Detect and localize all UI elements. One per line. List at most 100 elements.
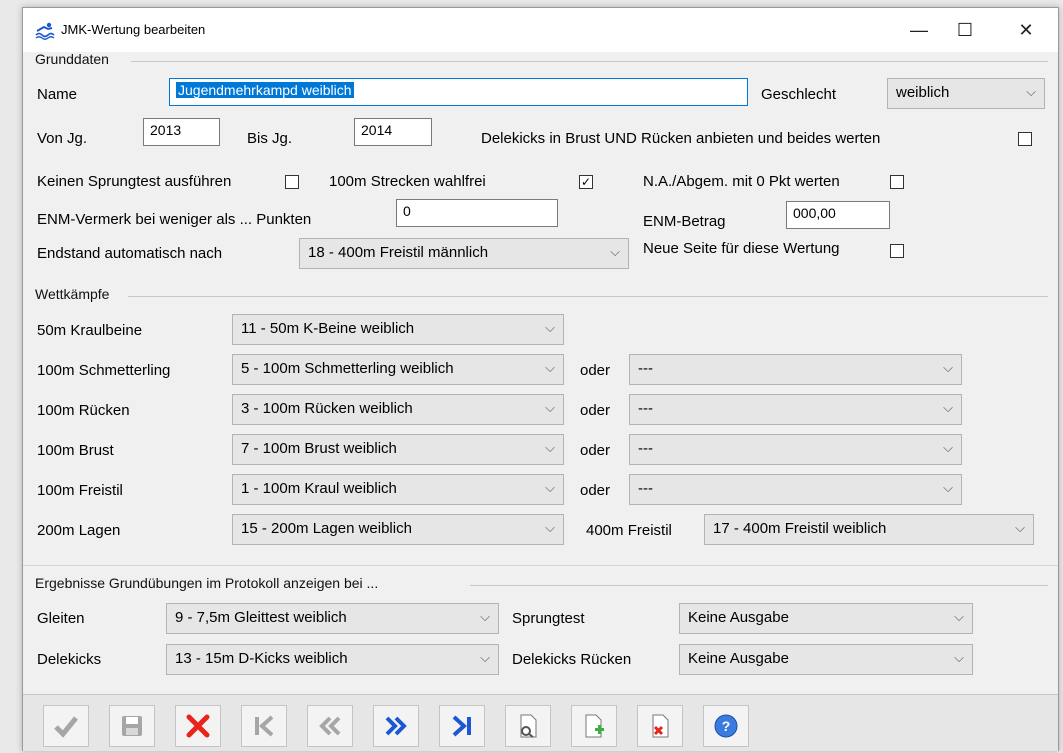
wettkaempfe-group-label: Wettkämpfe [35, 286, 110, 302]
wettkampf-alt-select[interactable]: --- ⌵ [629, 434, 962, 465]
geschlecht-label: Geschlecht [761, 86, 837, 103]
geschlecht-select[interactable]: weiblich ⌵ [887, 78, 1045, 109]
oder-label: oder [580, 402, 611, 419]
wettkampf-alt-value: --- [638, 360, 653, 377]
na-abgem-checkbox[interactable] [890, 175, 904, 189]
wettkampf-value: 1 - 100m Kraul weiblich [241, 480, 397, 497]
delekicks-beide-label: Delekicks in Brust UND Rücken anbieten u… [481, 130, 881, 147]
wettkampf-label: 50m Kraulbeine [37, 322, 143, 339]
last-record-button[interactable] [439, 705, 485, 747]
bis-jg-input[interactable]: 2014 [354, 118, 432, 146]
enm-betrag-input[interactable]: 000,00 [786, 201, 890, 229]
wettkampf-value: 15 - 200m Lagen weiblich [241, 520, 412, 537]
next-record-button[interactable] [373, 705, 419, 747]
chevron-down-icon: ⌵ [480, 609, 490, 624]
strecken-wahlfrei-label: 100m Strecken wahlfrei [329, 173, 486, 190]
von-jg-input[interactable]: 2013 [143, 118, 220, 146]
wettkampf-alt-value: --- [638, 480, 653, 497]
endstand-label: Endstand automatisch nach [37, 245, 223, 262]
minimize-icon: — [910, 19, 928, 40]
name-input-value: Jugendmehrkampd weiblich [176, 82, 354, 98]
wettkampf-select[interactable]: 15 - 200m Lagen weiblich ⌵ [232, 514, 564, 545]
wettkampf-select[interactable]: 7 - 100m Brust weiblich ⌵ [232, 434, 564, 465]
double-chevron-left-icon [319, 716, 341, 736]
name-input[interactable]: Jugendmehrkampd weiblich [169, 78, 748, 106]
delete-document-button[interactable] [637, 705, 683, 747]
close-button[interactable]: ✕ [1003, 8, 1049, 52]
maximize-button[interactable]: ☐ [942, 8, 988, 52]
group-divider [128, 296, 1048, 297]
wettkampf-label: 100m Rücken [37, 402, 130, 419]
wettkampf-alt-select[interactable]: --- ⌵ [629, 394, 962, 425]
save-button[interactable] [109, 705, 155, 747]
sprungtest-checkbox[interactable] [285, 175, 299, 189]
wettkampf-select[interactable]: 3 - 100m Rücken weiblich ⌵ [232, 394, 564, 425]
close-icon: ✕ [1018, 19, 1034, 40]
chevron-down-icon: ⌵ [610, 244, 620, 259]
wettkampf-label: 100m Brust [37, 442, 114, 459]
document-add-icon [585, 714, 604, 738]
wettkampf-value: 11 - 50m K-Beine weiblich [241, 320, 415, 337]
chevron-down-icon: ⌵ [545, 520, 555, 535]
delekicks-value: 13 - 15m D-Kicks weiblich [175, 650, 348, 667]
chevron-down-icon: ⌵ [545, 480, 555, 495]
wettkampf-select[interactable]: 11 - 50m K-Beine weiblich ⌵ [232, 314, 564, 345]
enm-vermerk-label: ENM-Vermerk bei weniger als ... Punkten [37, 211, 312, 228]
swimmer-app-icon [35, 22, 55, 40]
gleiten-select[interactable]: 9 - 7,5m Gleittest weiblich ⌵ [166, 603, 499, 634]
minimize-button[interactable]: — [896, 8, 942, 52]
geschlecht-value: weiblich [896, 84, 950, 101]
delekicks-ruecken-select[interactable]: Keine Ausgabe ⌵ [679, 644, 973, 675]
oder-label: oder [580, 442, 611, 459]
freistil-400-value: 17 - 400m Freistil weiblich [713, 520, 887, 537]
sprungtest-ausgabe-label: Sprungtest [512, 610, 585, 627]
help-button[interactable]: ? [703, 705, 749, 747]
endstand-select[interactable]: 18 - 400m Freistil männlich ⌵ [299, 238, 629, 269]
wettkampf-value: 5 - 100m Schmetterling weiblich [241, 360, 454, 377]
sprungtest-label: Keinen Sprungtest ausführen [37, 173, 232, 190]
chevron-down-icon: ⌵ [954, 650, 964, 665]
wettkampf-label: 200m Lagen [37, 522, 121, 539]
chevron-down-icon: ⌵ [1015, 520, 1025, 535]
delekicks-ruecken-value: Keine Ausgabe [688, 650, 789, 667]
checkmark-icon [54, 716, 78, 738]
wettkampf-select[interactable]: 1 - 100m Kraul weiblich ⌵ [232, 474, 564, 505]
toolbar: ? [23, 694, 1058, 751]
chevron-down-icon: ⌵ [943, 440, 953, 455]
red-x-icon [186, 714, 210, 738]
delekicks-label: Delekicks [37, 651, 102, 668]
wettkampf-value: 3 - 100m Rücken weiblich [241, 400, 413, 417]
maximize-icon: ☐ [956, 19, 974, 40]
endstand-value: 18 - 400m Freistil männlich [308, 244, 489, 261]
chevron-down-icon: ⌵ [545, 320, 555, 335]
new-document-button[interactable] [571, 705, 617, 747]
preview-button[interactable] [505, 705, 551, 747]
wettkampf-alt-select[interactable]: --- ⌵ [629, 354, 962, 385]
gleiten-label: Gleiten [37, 610, 85, 627]
previous-record-button[interactable] [307, 705, 353, 747]
bis-jg-label: Bis Jg. [247, 130, 293, 147]
freistil-400-select[interactable]: 17 - 400m Freistil weiblich ⌵ [704, 514, 1034, 545]
confirm-button[interactable] [43, 705, 89, 747]
delekicks-beide-checkbox[interactable] [1018, 132, 1032, 146]
von-jg-label: Von Jg. [37, 130, 88, 147]
wettkampf-select[interactable]: 5 - 100m Schmetterling weiblich ⌵ [232, 354, 564, 385]
strecken-wahlfrei-checkbox[interactable]: ✓ [579, 175, 593, 189]
cancel-button[interactable] [175, 705, 221, 747]
oder-label: oder [580, 482, 611, 499]
enm-vermerk-input[interactable]: 0 [396, 199, 558, 227]
freistil-400-label: 400m Freistil [586, 522, 672, 539]
chevron-down-icon: ⌵ [943, 480, 953, 495]
wettkampf-alt-select[interactable]: --- ⌵ [629, 474, 962, 505]
delekicks-select[interactable]: 13 - 15m D-Kicks weiblich ⌵ [166, 644, 499, 675]
chevron-down-icon: ⌵ [943, 360, 953, 375]
section-divider [23, 565, 1058, 566]
chevron-down-icon: ⌵ [545, 440, 555, 455]
sprungtest-ausgabe-select[interactable]: Keine Ausgabe ⌵ [679, 603, 973, 634]
first-record-button[interactable] [241, 705, 287, 747]
double-chevron-right-icon [385, 716, 407, 736]
wettkampf-label: 100m Freistil [37, 482, 123, 499]
document-search-icon [520, 714, 537, 738]
oder-label: oder [580, 362, 611, 379]
neue-seite-checkbox[interactable] [890, 244, 904, 258]
